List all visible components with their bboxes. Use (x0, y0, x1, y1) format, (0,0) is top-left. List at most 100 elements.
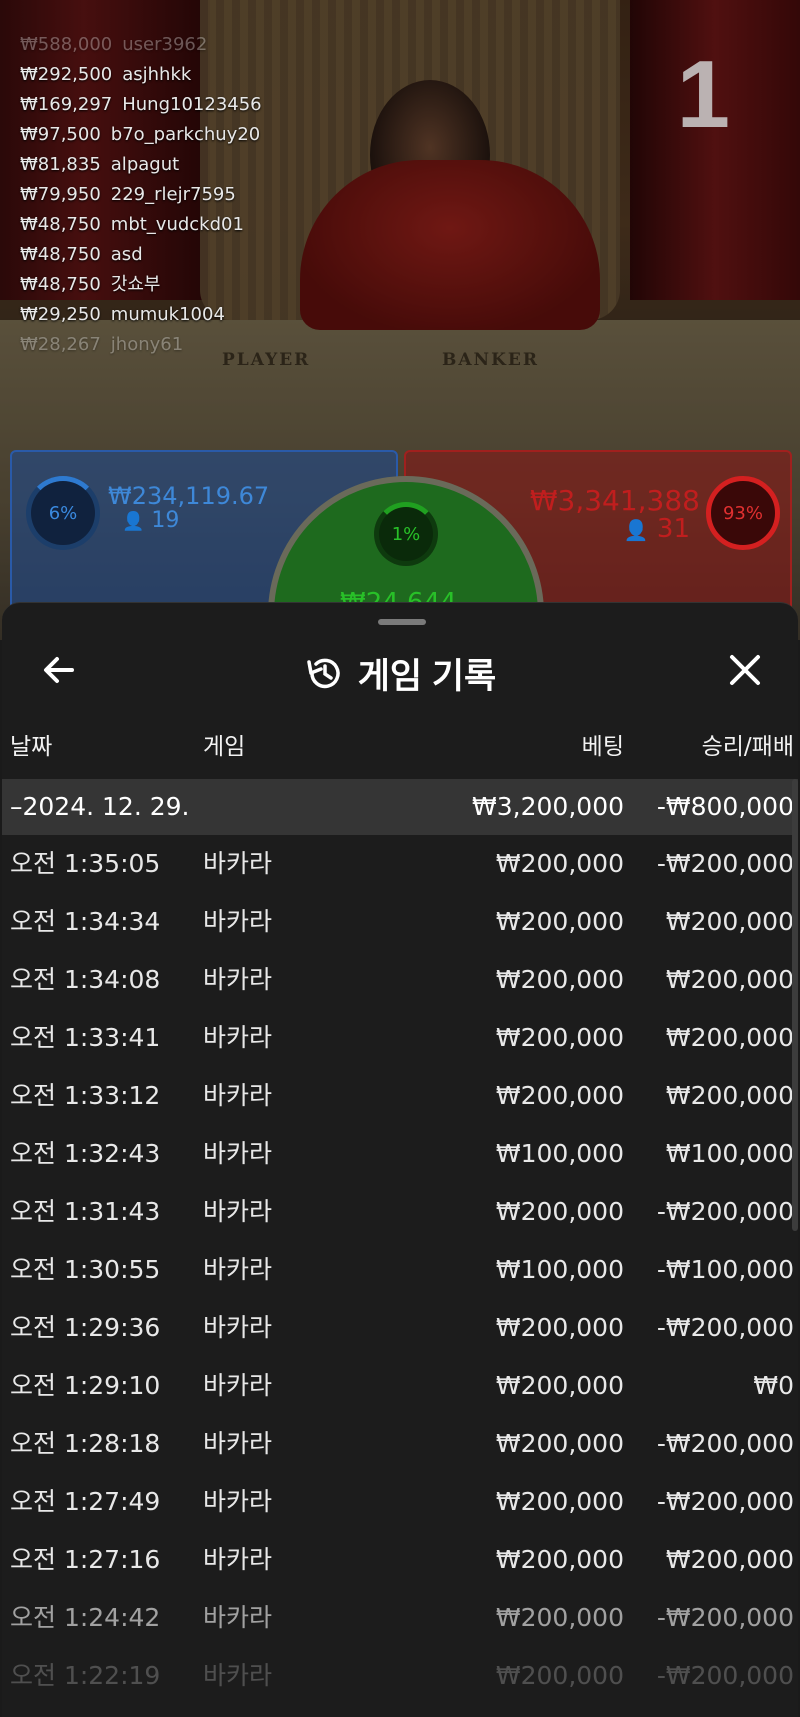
player-count-value: 19 (151, 508, 180, 533)
bet-feed-amount: ₩588,000 (20, 34, 113, 55)
row-time: 오전 1:33:12 (10, 1081, 161, 1110)
row-result: ₩200,000 (665, 1545, 794, 1574)
row-game: 바카라 (203, 849, 273, 878)
bet-feed-amount: ₩48,750 (20, 214, 101, 235)
player-percent-ring: 6% (26, 476, 100, 550)
bet-feed-user: jhony61 (110, 334, 184, 355)
table-row[interactable]: 오전 1:29:10 바카라 ₩200,000 ₩0 (2, 1357, 798, 1415)
row-result: -₩200,000 (656, 1313, 794, 1342)
table-row[interactable]: 오전 1:28:18 바카라 ₩200,000 -₩200,000 (2, 1415, 798, 1473)
table-row[interactable]: 오전 1:27:16 바카라 ₩200,000 ₩200,000 (2, 1531, 798, 1589)
banker-percent-ring: 93% (706, 476, 780, 550)
bet-feed-amount: ₩169,297 (20, 94, 113, 115)
person-icon: 👤 (122, 511, 145, 532)
column-header-result: 승리/패배 (701, 734, 794, 760)
table-row[interactable]: 오전 1:35:05 바카라 ₩200,000 -₩200,000 (2, 835, 798, 893)
game-history-sheet: 게임 기록 날짜 게임 베팅 승리/패배 –2024. 12. 29. ₩3,2… (2, 602, 798, 1717)
bet-feed-amount: ₩28,267 (20, 334, 101, 355)
row-time: 오전 1:27:49 (10, 1487, 161, 1516)
row-game: 바카라 (203, 1023, 273, 1052)
date-group-total-result: -₩800,000 (656, 792, 794, 821)
row-bet: ₩200,000 (495, 907, 624, 936)
column-header-game: 게임 (203, 734, 246, 760)
table-row[interactable]: 오전 1:30:55 바카라 ₩100,000 -₩100,000 (2, 1241, 798, 1299)
bet-feed-user: asjhhkk (122, 64, 192, 85)
row-game: 바카라 (203, 1661, 273, 1690)
row-bet: ₩200,000 (495, 1545, 624, 1574)
history-rows: 오전 1:35:05 바카라 ₩200,000 -₩200,000 오전 1:34:34… (2, 835, 798, 1705)
drag-handle[interactable] (378, 619, 426, 625)
arrow-left-icon (44, 657, 74, 683)
row-bet: ₩200,000 (495, 1429, 624, 1458)
round-number: 1 (676, 41, 730, 148)
table-row[interactable]: 오전 1:34:34 바카라 ₩200,000 ₩200,000 (2, 893, 798, 951)
row-game: 바카라 (203, 1429, 273, 1458)
live-bet-feed: ₩588,000 user3962 ₩292,500 asjhhkk ₩169,297 H… (20, 30, 262, 360)
bet-feed-item: ₩28,267 jhony61 (20, 330, 262, 360)
row-bet: ₩200,000 (495, 1371, 624, 1400)
table-row[interactable]: 오전 1:33:41 바카라 ₩200,000 ₩200,000 (2, 1009, 798, 1067)
bet-feed-item: ₩169,297 Hung10123456 (20, 90, 262, 120)
history-clock-icon (306, 658, 340, 689)
row-time: 오전 1:29:36 (10, 1313, 161, 1342)
row-result: -₩200,000 (656, 1197, 794, 1226)
row-bet: ₩100,000 (495, 1255, 624, 1284)
table-row[interactable]: 오전 1:29:36 바카라 ₩200,000 -₩200,000 (2, 1299, 798, 1357)
table-row[interactable]: 오전 1:33:12 바카라 ₩200,000 ₩200,000 (2, 1067, 798, 1125)
row-game: 바카라 (203, 1139, 273, 1168)
table-row[interactable]: 오전 1:32:43 바카라 ₩100,000 ₩100,000 (2, 1125, 798, 1183)
row-bet: ₩200,000 (495, 1313, 624, 1342)
bet-feed-item: ₩588,000 user3962 (20, 30, 262, 60)
table-row[interactable]: 오전 1:22:19 바카라 ₩200,000 -₩200,000 (2, 1647, 798, 1705)
row-game: 바카라 (203, 1255, 273, 1284)
bet-feed-item: ₩48,750 갓쇼부 (20, 270, 262, 300)
row-time: 오전 1:24:42 (10, 1603, 161, 1632)
row-time: 오전 1:30:55 (10, 1255, 161, 1284)
sheet-header: 게임 기록 (2, 633, 798, 713)
table-row[interactable]: 오전 1:27:49 바카라 ₩200,000 -₩200,000 (2, 1473, 798, 1531)
banker-count-value: 31 (656, 514, 690, 544)
table-row[interactable]: 오전 1:34:08 바카라 ₩200,000 ₩200,000 (2, 951, 798, 1009)
row-game: 바카라 (203, 1197, 273, 1226)
bet-feed-amount: ₩29,250 (20, 304, 101, 325)
date-group-total-bet: ₩3,200,000 (472, 792, 624, 821)
row-game: 바카라 (203, 1545, 273, 1574)
bet-feed-amount: ₩292,500 (20, 64, 113, 85)
row-bet: ₩200,000 (495, 965, 624, 994)
close-x-icon (730, 655, 760, 685)
bet-feed-user: asd (110, 244, 143, 265)
bet-feed-user: mbt_vudckd01 (110, 214, 244, 235)
row-bet: ₩200,000 (495, 1487, 624, 1516)
bet-feed-item: ₩29,250 mumuk1004 (20, 300, 262, 330)
row-bet: ₩200,000 (495, 1081, 624, 1110)
date-value: 2024. 12. 29. (22, 792, 190, 821)
row-time: 오전 1:29:10 (10, 1371, 161, 1400)
row-time: 오전 1:31:43 (10, 1197, 161, 1226)
bet-feed-item: ₩97,500 b7o_parkchuy20 (20, 120, 262, 150)
row-result: ₩200,000 (665, 965, 794, 994)
row-result: -₩200,000 (656, 1429, 794, 1458)
row-result: -₩100,000 (656, 1255, 794, 1284)
row-time: 오전 1:28:18 (10, 1429, 161, 1458)
bet-feed-user: 229_rlejr7595 (110, 184, 236, 205)
column-header-date: 날짜 (10, 734, 53, 760)
player-bet-amount: ₩234,119.67 (108, 482, 270, 510)
banker-count: 👤 31 (624, 514, 690, 544)
row-result: ₩200,000 (665, 1023, 794, 1052)
player-count: 👤 19 (122, 508, 179, 533)
row-game: 바카라 (203, 1313, 273, 1342)
column-header-bet: 베팅 (581, 734, 624, 760)
row-game: 바카라 (203, 1487, 273, 1516)
table-row[interactable]: 오전 1:24:42 바카라 ₩200,000 -₩200,000 (2, 1589, 798, 1647)
bet-feed-item: ₩81,835 alpagut (20, 150, 262, 180)
row-result: ₩100,000 (665, 1139, 794, 1168)
bet-feed-item: ₩48,750 asd (20, 240, 262, 270)
scrollbar[interactable] (792, 779, 798, 1231)
row-time: 오전 1:35:05 (10, 849, 161, 878)
close-button[interactable] (722, 647, 768, 693)
date-group-row[interactable]: –2024. 12. 29. ₩3,200,000 -₩800,000 (2, 779, 798, 835)
sheet-title-group: 게임 기록 (304, 648, 496, 699)
table-row[interactable]: 오전 1:31:43 바카라 ₩200,000 -₩200,000 (2, 1183, 798, 1241)
row-result: -₩200,000 (656, 1487, 794, 1516)
back-button[interactable] (36, 647, 82, 693)
